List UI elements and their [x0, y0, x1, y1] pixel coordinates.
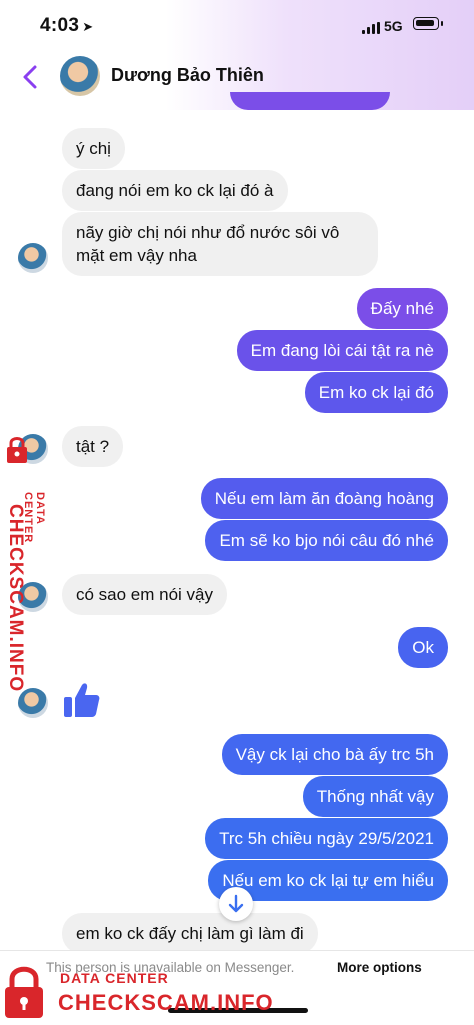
message-bubble-outgoing[interactable]: Đấy nhé	[356, 288, 448, 329]
arrow-down-icon	[228, 894, 244, 913]
message-line: nãy giờ chị nói như đổ nước sôi vô	[76, 223, 340, 242]
message-bubble-outgoing[interactable]: Em đang lòi cái tật ra nè	[236, 330, 448, 371]
location-arrow-icon: ➤	[82, 19, 94, 34]
contact-avatar[interactable]	[60, 56, 100, 96]
network-type: 5G	[384, 18, 403, 34]
watermark-title: CHECKSCAM.INFO	[5, 504, 26, 693]
lock-icon	[5, 966, 43, 1018]
message-bubble-outgoing[interactable]: Nếu em làm ăn đoàng hoàng	[200, 478, 448, 519]
sender-avatar[interactable]	[18, 243, 48, 273]
watermark-title: CHECKSCAM.INFO	[58, 990, 274, 1015]
signal-icon	[362, 22, 382, 34]
message-bubble-outgoing[interactable]: Em ko ck lại đó	[304, 372, 448, 413]
battery-icon	[413, 17, 443, 30]
message-list[interactable]: ý chị đang nói em ko ck lại đó à nãy giờ…	[0, 110, 474, 954]
previous-message-bubble-peek	[230, 92, 390, 110]
back-chevron-icon[interactable]	[18, 62, 44, 92]
watermark-subtitle: DATA CENTER	[60, 970, 169, 986]
message-bubble-incoming[interactable]: đang nói em ko ck lại đó à	[62, 170, 288, 211]
message-bubble-incoming[interactable]: có sao em nói vậy	[62, 574, 228, 615]
scroll-to-bottom-button[interactable]	[219, 887, 253, 921]
status-bar: 4:03 ➤ 5G	[0, 0, 474, 52]
message-bubble-incoming[interactable]: nãy giờ chị nói như đổ nước sôi vô mặt e…	[62, 212, 378, 276]
sender-avatar[interactable]	[18, 688, 48, 718]
status-time: 4:03 ➤	[40, 15, 94, 36]
message-bubble-outgoing[interactable]: Vậy ck lại cho bà ấy trc 5h	[221, 734, 448, 775]
message-bubble-incoming[interactable]: em ko ck đấy chị làm gì làm đi	[62, 913, 318, 954]
message-bubble-incoming[interactable]: ý chị	[62, 128, 125, 169]
message-bubble-incoming[interactable]: tật ?	[62, 426, 124, 467]
thumbs-up-icon[interactable]	[62, 680, 102, 720]
message-line: mặt em vậy nha	[76, 246, 197, 265]
message-bubble-outgoing[interactable]: Thống nhất vậy	[302, 776, 448, 817]
contact-name[interactable]: Dương Bảo Thiên	[111, 65, 264, 86]
more-options-link[interactable]: More options	[337, 960, 422, 975]
watermark-vertical: DATA CENTER CHECKSCAM.INFO	[0, 430, 60, 692]
message-bubble-outgoing[interactable]: Trc 5h chiều ngày 29/5/2021	[205, 818, 448, 859]
lock-icon	[7, 437, 27, 463]
message-bubble-outgoing[interactable]: Ok	[398, 627, 448, 668]
message-bubble-outgoing[interactable]: Em sẽ ko bjo nói câu đó nhé	[205, 520, 448, 561]
